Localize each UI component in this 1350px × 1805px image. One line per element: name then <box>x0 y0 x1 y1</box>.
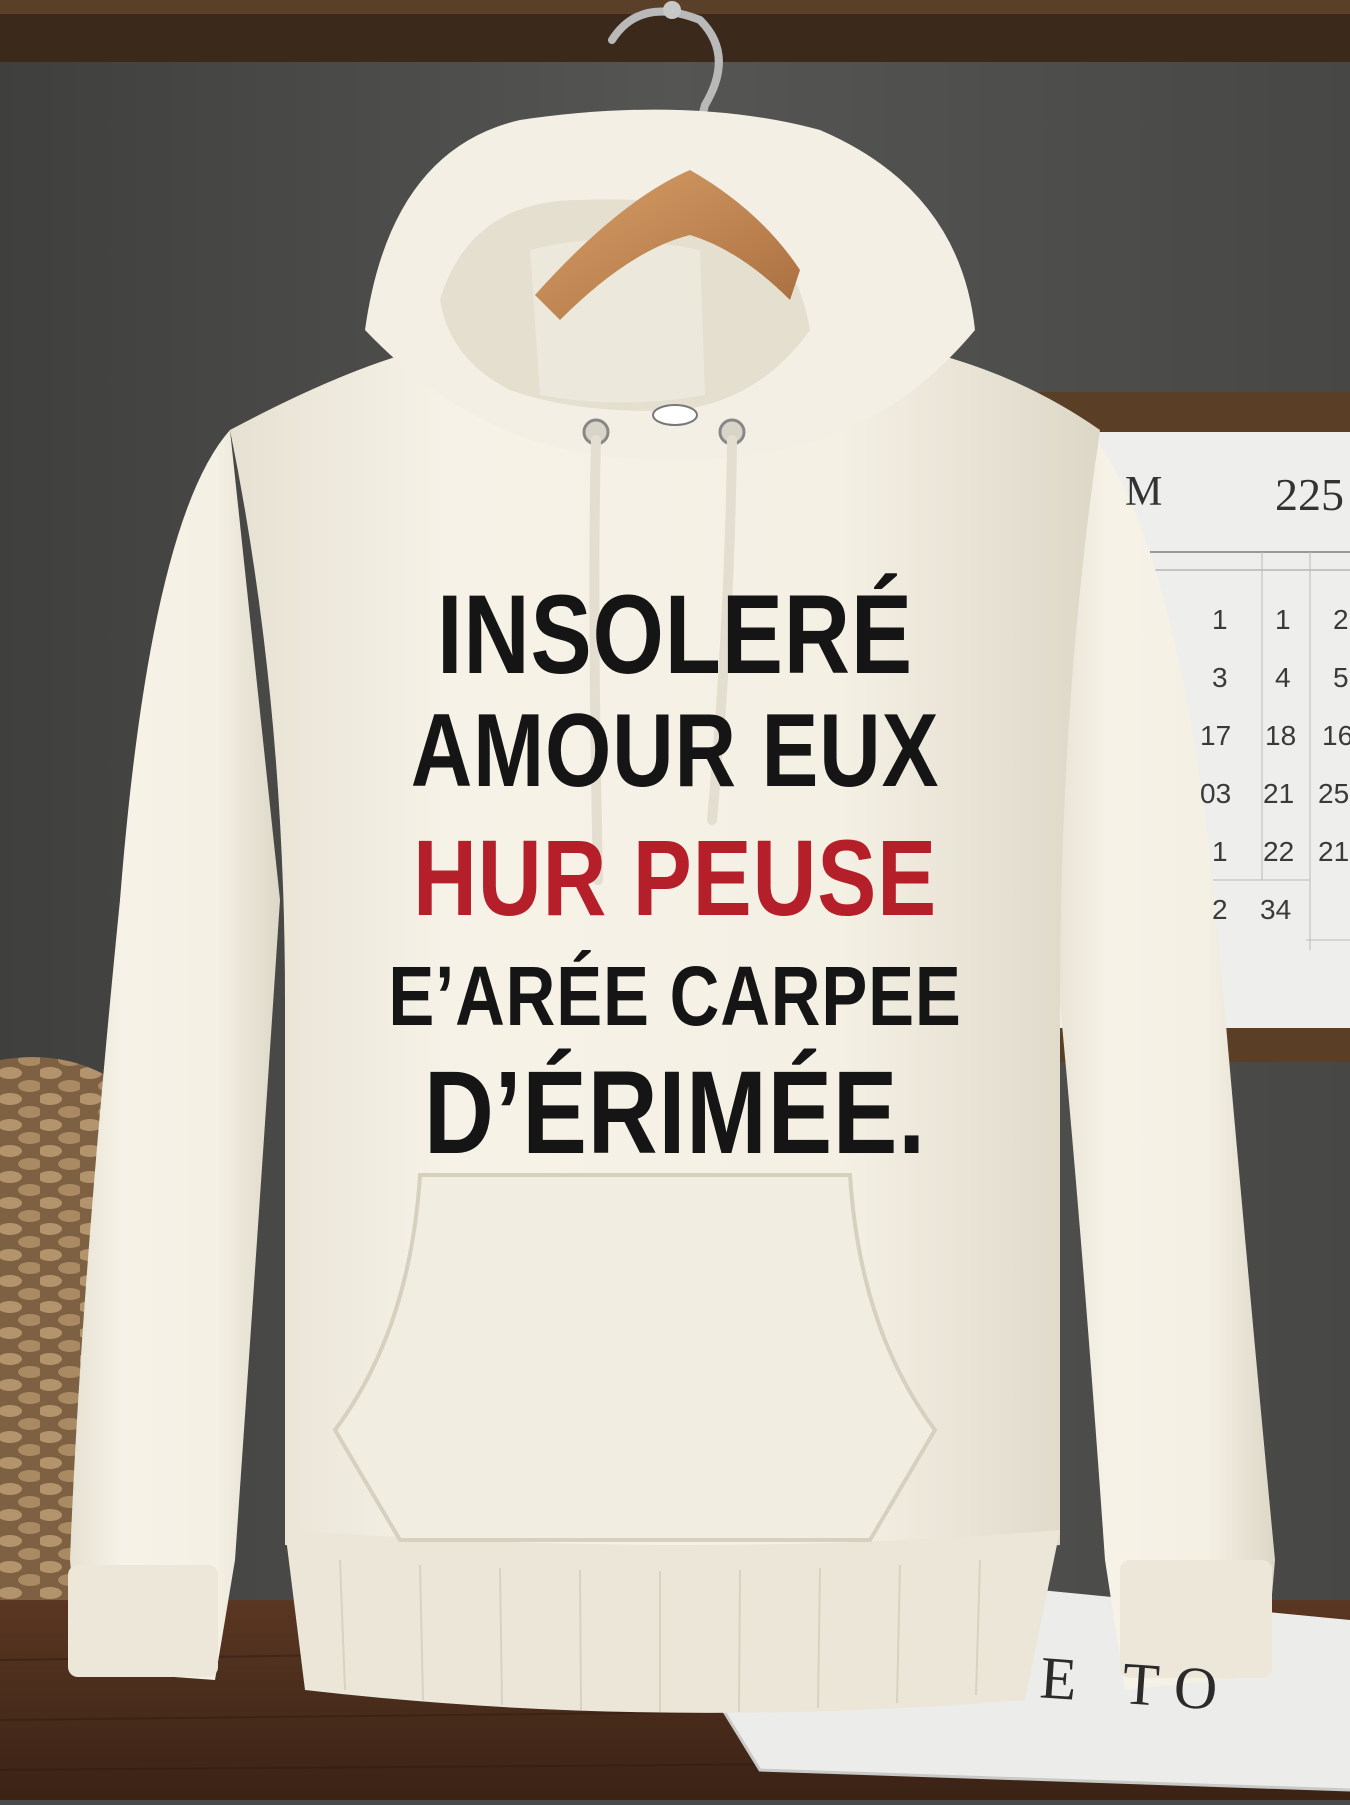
print-line-3: HUR PEUSE <box>412 817 938 938</box>
calendar-number: 1 <box>1275 604 1291 635</box>
print-line-4: E’ARÉE CARPEE <box>388 949 962 1043</box>
calendar-number: 2 <box>1333 604 1349 635</box>
calendar-number: 1 <box>1212 836 1228 867</box>
newspaper-headline: E TO <box>1037 1644 1236 1724</box>
print-line-1: INSOLERÉ <box>436 572 914 697</box>
calendar-header-right: 225 <box>1275 469 1344 520</box>
left-cuff <box>68 1565 218 1677</box>
calendar-number: 22 <box>1263 836 1295 867</box>
calendar-number: 21 <box>1318 836 1350 867</box>
calendar-number: 18 <box>1265 720 1297 751</box>
calendar-number: 5 <box>1333 662 1349 693</box>
calendar-header-left: M <box>1125 469 1163 515</box>
neck-label <box>652 404 698 426</box>
calendar-number: 2 <box>1212 894 1228 925</box>
calendar-number: 1 <box>1212 604 1228 635</box>
calendar-number: 4 <box>1275 662 1291 693</box>
kangaroo-pocket <box>332 1173 938 1542</box>
photo-scene: INSOLERÉ AMOUR EUX HUR PEUSE E’ARÉE CARP… <box>0 0 1350 1800</box>
calendar-number: 21 <box>1263 778 1295 809</box>
print-line-2: AMOUR EUX <box>410 693 940 809</box>
hoodie-waistband <box>285 1530 1060 1713</box>
print-line-5: D’ÉRIMÉE. <box>423 1047 926 1179</box>
calendar-number: 25 <box>1318 778 1350 809</box>
calendar-number: 17 <box>1200 720 1232 751</box>
calendar-number: 16 <box>1322 720 1350 751</box>
calendar-number: 34 <box>1260 894 1292 925</box>
calendar-number: 03 <box>1200 778 1232 809</box>
calendar-number: 3 <box>1212 662 1228 693</box>
